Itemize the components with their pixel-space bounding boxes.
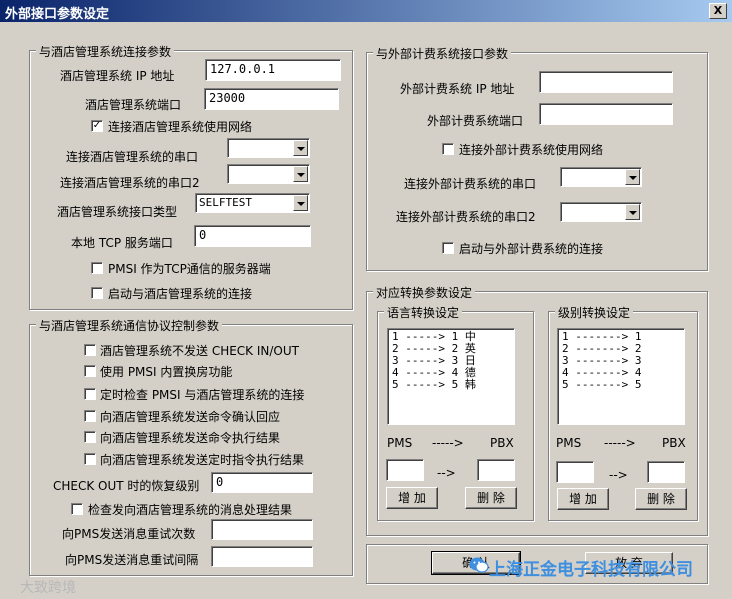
chevron-down-icon[interactable] bbox=[625, 204, 640, 220]
check-msg-label: 检查发向酒店管理系统的消息处理结果 bbox=[88, 503, 293, 517]
pmsi-server-label: PMSI 作为TCP通信的服务器端 bbox=[108, 262, 271, 276]
billing-use-network-label: 连接外部计费系统使用网络 bbox=[459, 143, 604, 157]
hotel-serial2-label: 连接酒店管理系统的串口2 bbox=[60, 176, 200, 190]
lang-pms-label: PMS bbox=[387, 436, 413, 450]
hotel-group-legend: 与酒店管理系统连接参数 bbox=[36, 43, 175, 60]
close-button[interactable]: X bbox=[709, 3, 727, 19]
billing-serial2-select[interactable] bbox=[560, 202, 642, 222]
level-pms-input[interactable] bbox=[556, 461, 594, 483]
billing-start-conn-checkbox[interactable] bbox=[442, 242, 454, 254]
opt2-label: 使用 PMSI 内置换房功能 bbox=[100, 365, 233, 379]
opt3-checkbox[interactable] bbox=[84, 388, 96, 400]
level-mid-arrow: --> bbox=[609, 468, 628, 482]
hotel-iface-type-select[interactable]: SELFTEST bbox=[195, 193, 310, 213]
opt1-checkbox[interactable] bbox=[84, 344, 96, 356]
hotel-ip-label: 酒店管理系统 IP 地址 bbox=[60, 69, 175, 83]
billing-start-conn-label: 启动与外部计费系统的连接 bbox=[459, 242, 604, 256]
opt4-label: 向酒店管理系统发送命令确认回应 bbox=[100, 410, 281, 424]
opt2-checkbox[interactable] bbox=[84, 365, 96, 377]
hotel-tcp-port-label: 本地 TCP 服务端口 bbox=[71, 236, 173, 250]
level-arrow-label: -----> bbox=[604, 436, 636, 450]
hotel-use-network-checkbox[interactable]: ✓ bbox=[91, 120, 103, 132]
hotel-port-input[interactable]: 23000 bbox=[204, 88, 339, 110]
hotel-start-conn-checkbox[interactable] bbox=[91, 287, 103, 299]
watermark-right: 上海正金电子科技有限公司 bbox=[489, 560, 693, 580]
lang-pbx-input[interactable] bbox=[477, 459, 515, 481]
lang-delete-button[interactable]: 删 除 bbox=[465, 487, 517, 509]
opt4-checkbox[interactable] bbox=[84, 410, 96, 422]
retry-interval-input[interactable] bbox=[211, 546, 313, 567]
opt6-checkbox[interactable] bbox=[84, 453, 96, 465]
list-item[interactable]: 5 -------> 5 bbox=[562, 379, 680, 391]
mapping-group-legend: 对应转换参数设定 bbox=[373, 284, 476, 301]
billing-group-legend: 与外部计费系统接口参数 bbox=[373, 45, 512, 62]
hotel-serial-label: 连接酒店管理系统的串口 bbox=[66, 150, 199, 164]
lang-pbx-label: PBX bbox=[490, 436, 514, 450]
chevron-down-icon[interactable] bbox=[293, 140, 308, 156]
hotel-iface-type-label: 酒店管理系统接口类型 bbox=[57, 205, 178, 219]
hotel-tcp-port-input[interactable]: 0 bbox=[194, 225, 311, 247]
check-mark-icon: ✓ bbox=[92, 120, 102, 131]
opt6-label: 向酒店管理系统发送定时指令执行结果 bbox=[100, 453, 305, 467]
opt5-checkbox[interactable] bbox=[84, 431, 96, 443]
billing-use-network-checkbox[interactable] bbox=[442, 143, 454, 155]
watermark-left: 大致跨境 bbox=[20, 580, 76, 596]
lang-mid-arrow: --> bbox=[437, 466, 456, 480]
language-mapping-list[interactable]: 1 -----> 1 中 2 -----> 2 英 3 -----> 3 日 4… bbox=[387, 328, 515, 425]
level-group-legend: 级别转换设定 bbox=[555, 304, 634, 321]
level-add-button[interactable]: 增 加 bbox=[557, 488, 609, 510]
check-msg-checkbox[interactable] bbox=[71, 503, 83, 515]
lang-arrow-label: -----> bbox=[432, 436, 464, 450]
level-mapping-list[interactable]: 1 -------> 1 2 -------> 2 3 -------> 3 4… bbox=[557, 328, 685, 425]
window-title: 外部接口参数设定 bbox=[5, 7, 110, 22]
pmsi-server-checkbox[interactable] bbox=[91, 262, 103, 274]
hotel-use-network-label: 连接酒店管理系统使用网络 bbox=[108, 120, 253, 134]
lang-pms-input[interactable] bbox=[386, 459, 424, 481]
billing-serial2-label: 连接外部计费系统的串口2 bbox=[396, 210, 536, 224]
billing-serial-label: 连接外部计费系统的串口 bbox=[404, 177, 537, 191]
opt3-label: 定时检查 PMSI 与酒店管理系统的连接 bbox=[100, 388, 305, 402]
hotel-ip-input[interactable]: 127.0.0.1 bbox=[205, 59, 341, 81]
checkout-level-input[interactable]: 0 bbox=[211, 472, 313, 493]
billing-port-input[interactable] bbox=[539, 103, 673, 125]
billing-port-label: 外部计费系统端口 bbox=[427, 114, 524, 128]
billing-serial-select[interactable] bbox=[560, 167, 642, 187]
hotel-port-label: 酒店管理系统端口 bbox=[85, 98, 182, 112]
language-group-legend: 语言转换设定 bbox=[384, 304, 463, 321]
lang-add-button[interactable]: 增 加 bbox=[386, 487, 438, 509]
retry-interval-label: 向PMS发送消息重试间隔 bbox=[65, 553, 199, 567]
protocol-group-legend: 与酒店管理系统通信协议控制参数 bbox=[36, 317, 223, 334]
title-bar: 外部接口参数设定 X bbox=[0, 0, 732, 22]
wechat-icon bbox=[469, 556, 489, 574]
opt1-label: 酒店管理系统不发送 CHECK IN/OUT bbox=[100, 344, 299, 358]
checkout-level-label: CHECK OUT 时的恢复级别 bbox=[53, 479, 200, 493]
billing-ip-label: 外部计费系统 IP 地址 bbox=[400, 82, 515, 96]
retry-count-input[interactable] bbox=[211, 519, 313, 540]
chevron-down-icon[interactable] bbox=[625, 169, 640, 185]
chevron-down-icon[interactable] bbox=[293, 195, 308, 211]
level-pms-label: PMS bbox=[556, 436, 582, 450]
billing-ip-input[interactable] bbox=[539, 71, 673, 93]
hotel-serial-select[interactable] bbox=[227, 138, 310, 158]
chevron-down-icon[interactable] bbox=[293, 166, 308, 182]
opt5-label: 向酒店管理系统发送命令执行结果 bbox=[100, 431, 281, 445]
list-item[interactable]: 5 -----> 5 韩 bbox=[392, 379, 510, 391]
hotel-start-conn-label: 启动与酒店管理系统的连接 bbox=[108, 287, 253, 301]
level-pbx-label: PBX bbox=[662, 436, 686, 450]
hotel-serial2-select[interactable] bbox=[227, 164, 310, 184]
retry-count-label: 向PMS发送消息重试次数 bbox=[62, 527, 196, 541]
level-pbx-input[interactable] bbox=[647, 461, 685, 483]
level-delete-button[interactable]: 删 除 bbox=[635, 488, 687, 510]
